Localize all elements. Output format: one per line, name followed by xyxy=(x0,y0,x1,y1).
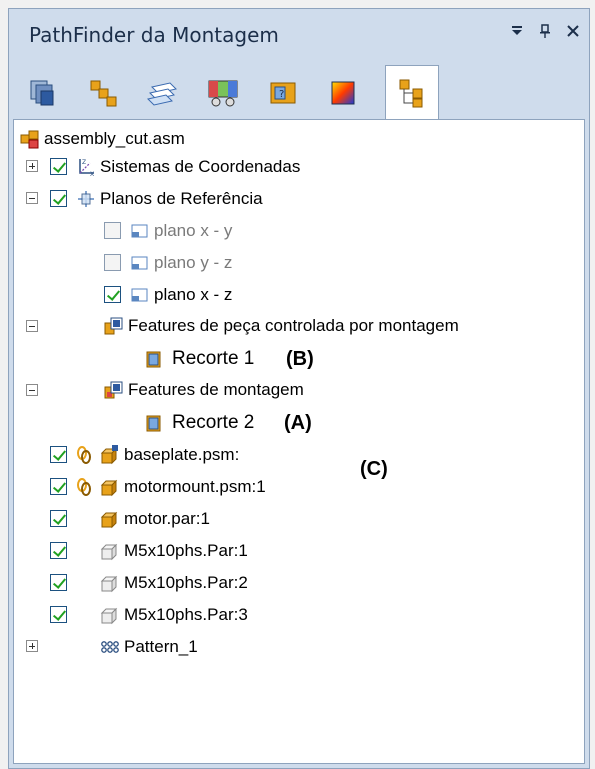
tree-item-motormount[interactable]: motormount.psm:1 xyxy=(74,472,266,502)
plane-yz-checkbox[interactable] xyxy=(104,254,121,271)
part-features-label: Features de peça controlada por montagem xyxy=(128,316,459,335)
part-icon xyxy=(100,479,118,497)
cut-feature-icon xyxy=(146,351,161,368)
dropdown-icon[interactable] xyxy=(505,19,529,45)
interference-icon xyxy=(208,80,238,107)
assembly-pathfinder-panel: PathFinder da Montagem ? assembly_cut.as… xyxy=(8,8,590,769)
panel-title: PathFinder da Montagem xyxy=(29,23,279,47)
motormount-label: motormount.psm:1 xyxy=(124,477,266,496)
tab-features[interactable]: ? xyxy=(261,71,305,115)
tree-root-label: assembly_cut.asm xyxy=(44,129,185,148)
motor-checkbox[interactable] xyxy=(50,510,67,527)
pattern-icon xyxy=(101,641,119,653)
pathfinder-tree: assembly_cut.asm ZX Sistemas de Coordena… xyxy=(13,119,585,764)
tab-assembly-pathfinder[interactable] xyxy=(21,71,65,115)
expand-coord-systems-button[interactable] xyxy=(26,160,38,172)
tree-item-motor[interactable]: motor.par:1 xyxy=(100,504,210,534)
coord-systems-checkbox[interactable] xyxy=(50,158,67,175)
parts-library-icon xyxy=(90,80,117,107)
callout-a: (A) xyxy=(284,412,312,434)
tree-item-baseplate[interactable]: baseplate.psm: xyxy=(74,440,239,470)
reference-planes-icon xyxy=(78,191,94,207)
coord-systems-label: Sistemas de Coordenadas xyxy=(100,157,301,176)
tab-parts-library[interactable] xyxy=(81,71,125,115)
feature-library-icon: ? xyxy=(270,82,296,104)
tree-item-ref-planes[interactable]: Planos de Referência xyxy=(76,184,263,214)
svg-text:X: X xyxy=(90,171,94,177)
link-icon xyxy=(77,478,91,496)
pin-icon[interactable] xyxy=(533,19,557,45)
sheetmetal-part-icon xyxy=(100,445,118,465)
plane-icon xyxy=(131,224,148,238)
close-icon[interactable] xyxy=(561,19,585,45)
collapse-part-features-button[interactable] xyxy=(26,320,38,332)
baseplate-label: baseplate.psm: xyxy=(124,445,240,464)
cut1-label: Recorte 1 xyxy=(172,348,255,369)
hidden-part-icon xyxy=(100,607,118,625)
plane-xy-label: plano x - y xyxy=(154,221,233,240)
tree-item-m5-2[interactable]: M5x10phs.Par:2 xyxy=(100,568,248,598)
baseplate-checkbox[interactable] xyxy=(50,446,67,463)
cut-feature-icon xyxy=(146,415,161,432)
m5-3-label: M5x10phs.Par:3 xyxy=(124,605,248,624)
m5-1-label: M5x10phs.Par:1 xyxy=(124,541,248,560)
tree-structure-icon xyxy=(399,79,423,108)
ref-planes-checkbox[interactable] xyxy=(50,190,67,207)
color-manager-icon xyxy=(331,81,355,105)
asm-features-label: Features de montagem xyxy=(128,380,304,399)
tree-item-part-features[interactable]: Features de peça controlada por montagem xyxy=(104,311,459,341)
layers-icon xyxy=(147,82,177,106)
plane-yz-label: plano y - z xyxy=(154,253,233,272)
svg-text:Z: Z xyxy=(82,159,86,166)
motor-label: motor.par:1 xyxy=(124,509,210,528)
collapse-asm-features-button[interactable] xyxy=(26,384,38,396)
stacked-sheets-icon xyxy=(30,80,54,106)
hidden-part-icon xyxy=(100,575,118,593)
coordinate-system-icon: ZX xyxy=(79,159,94,177)
m5-1-checkbox[interactable] xyxy=(50,542,67,559)
tree-item-plane-yz[interactable]: plano y - z xyxy=(130,248,232,278)
cut2-label: Recorte 2 xyxy=(172,412,255,433)
plane-xy-checkbox[interactable] xyxy=(104,222,121,239)
collapse-ref-planes-button[interactable] xyxy=(26,192,38,204)
m5-2-checkbox[interactable] xyxy=(50,574,67,591)
tree-item-m5-1[interactable]: M5x10phs.Par:1 xyxy=(100,536,248,566)
tree-root[interactable]: assembly_cut.asm xyxy=(20,124,185,154)
plane-xz-label: plano x - z xyxy=(154,285,233,304)
part-icon xyxy=(100,511,118,529)
tab-layers[interactable] xyxy=(141,71,185,115)
expand-pattern-button[interactable] xyxy=(26,640,38,652)
tree-item-asm-features[interactable]: Features de montagem xyxy=(104,375,304,405)
assembly-icon xyxy=(20,130,39,149)
assembly-features-icon xyxy=(104,317,123,335)
hidden-part-icon xyxy=(100,543,118,561)
ref-planes-label: Planos de Referência xyxy=(100,189,263,208)
m5-2-label: M5x10phs.Par:2 xyxy=(124,573,248,592)
tree-item-coord-systems[interactable]: ZX Sistemas de Coordenadas xyxy=(76,152,300,182)
link-icon xyxy=(77,446,91,464)
motormount-checkbox[interactable] xyxy=(50,478,67,495)
svg-text:?: ? xyxy=(279,89,284,100)
tab-interference[interactable] xyxy=(201,71,245,115)
callout-b: (B) xyxy=(286,348,314,370)
plane-icon xyxy=(131,256,148,270)
tab-bar: ? xyxy=(9,63,589,120)
m5-3-checkbox[interactable] xyxy=(50,606,67,623)
tree-item-plane-xy[interactable]: plano x - y xyxy=(130,216,232,246)
plane-xz-checkbox[interactable] xyxy=(104,286,121,303)
tree-item-cut1[interactable]: Recorte 1 xyxy=(144,344,254,374)
pattern-label: Pattern_1 xyxy=(124,637,198,656)
tree-item-pattern[interactable]: Pattern_1 xyxy=(100,632,198,662)
tree-item-m5-3[interactable]: M5x10phs.Par:3 xyxy=(100,600,248,630)
tree-item-cut2[interactable]: Recorte 2 xyxy=(144,408,254,438)
callout-c: (C) xyxy=(360,458,388,480)
tab-color[interactable] xyxy=(321,71,365,115)
tree-item-plane-xz[interactable]: plano x - z xyxy=(130,280,232,310)
panel-titlebar: PathFinder da Montagem xyxy=(9,9,589,61)
plane-icon xyxy=(131,288,148,302)
tab-pathfinder-tree[interactable] xyxy=(385,65,439,120)
assembly-features-icon xyxy=(104,381,123,399)
